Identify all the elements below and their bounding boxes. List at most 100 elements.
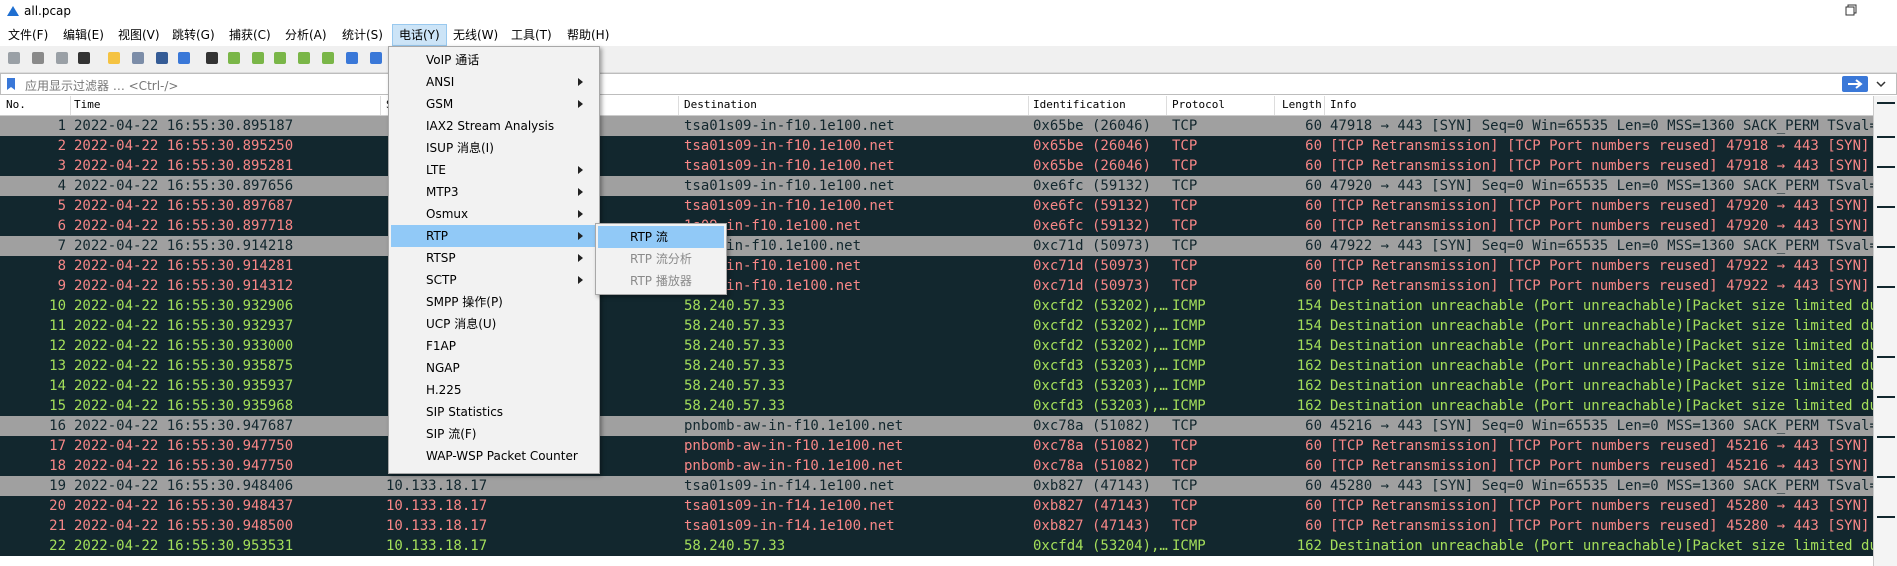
table-row[interactable]: 12 2022-04-22 16:55:30.933000 58.240.57.33…	[0, 336, 1873, 356]
table-row[interactable]: 19 2022-04-22 16:55:30.948406 10.133.18.17…	[0, 476, 1873, 496]
telephony-menu-item[interactable]: ISUP 消息(I)	[391, 137, 597, 159]
cell-len: 60	[1305, 178, 1322, 194]
arrow-right-icon	[1848, 79, 1863, 89]
table-row[interactable]: 21 2022-04-22 16:55:30.948500 10.133.18.17…	[0, 516, 1873, 536]
column-divider[interactable]	[678, 96, 679, 115]
telephony-menu-item[interactable]: IAX2 Stream Analysis	[391, 115, 597, 137]
close-file-icon[interactable]	[154, 50, 170, 66]
table-row[interactable]: 16 2022-04-22 16:55:30.947687 pnbomb-aw-in…	[0, 416, 1873, 436]
chevron-down-icon[interactable]	[1874, 76, 1888, 92]
table-row[interactable]: 2 2022-04-22 16:55:30.895250 tsa01s09-in-f…	[0, 136, 1873, 156]
telephony-menu-item[interactable]: ANSI	[391, 71, 597, 93]
open-file-icon[interactable]	[106, 50, 122, 66]
table-row[interactable]: 6 2022-04-22 16:55:30.897718 1s09-in-f10.1…	[0, 216, 1873, 236]
telephony-menu-item[interactable]: SCTP	[391, 269, 597, 291]
telephony-menu-item[interactable]: F1AP	[391, 335, 597, 357]
table-row[interactable]: 20 2022-04-22 16:55:30.948437 10.133.18.17…	[0, 496, 1873, 516]
table-row[interactable]: 18 2022-04-22 16:55:30.947750 pnbomb-aw-in…	[0, 456, 1873, 476]
display-filter-input[interactable]: 应用显示过滤器 … <Ctrl-/>	[25, 77, 178, 94]
telephony-menu-item[interactable]: WAP-WSP Packet Counter	[391, 445, 597, 467]
cell-time: 2022-04-22 16:55:30.932937	[74, 318, 294, 334]
table-row[interactable]: 3 2022-04-22 16:55:30.895281 tsa01s09-in-f…	[0, 156, 1873, 176]
table-row[interactable]: 14 2022-04-22 16:55:30.935937 58.240.57.33…	[0, 376, 1873, 396]
apply-filter-button[interactable]	[1842, 76, 1868, 92]
table-row[interactable]: 5 2022-04-22 16:55:30.897687 tsa01s09-in-f…	[0, 196, 1873, 216]
first-packet-icon[interactable]	[296, 50, 312, 66]
colorize-icon[interactable]	[368, 50, 384, 66]
display-filter-bar[interactable]: 应用显示过滤器 … <Ctrl-/>	[0, 73, 1897, 95]
shark-fin-start-icon[interactable]	[6, 50, 22, 66]
telephony-menu-item[interactable]: MTP3	[391, 181, 597, 203]
menu-item[interactable]: 捕获(C)	[223, 24, 277, 46]
cell-no: 13	[49, 358, 66, 374]
table-row[interactable]: 7 2022-04-22 16:55:30.914218 1s09-in-f10.1…	[0, 236, 1873, 256]
telephony-menu-item[interactable]: VoIP 通话	[391, 49, 597, 71]
scroll-marker	[1877, 436, 1895, 438]
table-row[interactable]: 11 2022-04-22 16:55:30.932937 58.240.57.33…	[0, 316, 1873, 336]
column-divider[interactable]	[1324, 96, 1325, 115]
telephony-menu-item[interactable]: GSM	[391, 93, 597, 115]
menu-item[interactable]: 电话(Y)	[392, 24, 447, 46]
save-icon[interactable]	[130, 50, 146, 66]
table-row[interactable]: 4 2022-04-22 16:55:30.897656 tsa01s09-in-f…	[0, 176, 1873, 196]
go-to-packet-icon[interactable]	[272, 50, 288, 66]
telephony-menu-item[interactable]: UCP 消息(U)	[391, 313, 597, 335]
telephony-menu: VoIP 通话 ANSI GSM IAX2 Stream Analysis ISUP 消…	[388, 46, 600, 474]
cell-proto: TCP	[1172, 238, 1198, 254]
autoscroll-icon[interactable]	[344, 50, 360, 66]
go-forward-icon[interactable]	[250, 50, 266, 66]
table-row[interactable]: 15 2022-04-22 16:55:30.935968 58.240.57.33…	[0, 396, 1873, 416]
packet-list-scrollbar[interactable]	[1873, 96, 1897, 566]
reload-icon[interactable]	[176, 50, 192, 66]
go-back-icon[interactable]	[226, 50, 242, 66]
telephony-menu-item[interactable]: SIP Statistics	[391, 401, 597, 423]
table-row[interactable]: 13 2022-04-22 16:55:30.935875 58.240.57.33…	[0, 356, 1873, 376]
table-row[interactable]: 17 2022-04-22 16:55:30.947750 pnbomb-aw-in…	[0, 436, 1873, 456]
column-info[interactable]: Info	[1330, 98, 1357, 111]
last-packet-icon[interactable]	[320, 50, 336, 66]
column-divider[interactable]	[70, 96, 71, 115]
table-row[interactable]: 9 2022-04-22 16:55:30.914312 1s09-in-f10.1…	[0, 276, 1873, 296]
telephony-menu-item[interactable]: NGAP	[391, 357, 597, 379]
telephony-menu-item[interactable]: SIP 流(F)	[391, 423, 597, 445]
menu-item[interactable]: 无线(W)	[447, 24, 504, 46]
telephony-menu-item[interactable]: SMPP 操作(P)	[391, 291, 597, 313]
column-divider[interactable]	[1274, 96, 1275, 115]
column-divider[interactable]	[1028, 96, 1029, 115]
menu-item[interactable]: 视图(V)	[112, 24, 166, 46]
capture-options-icon[interactable]	[76, 50, 92, 66]
telephony-menu-item[interactable]: LTE	[391, 159, 597, 181]
menu-item[interactable]: 分析(A)	[279, 24, 333, 46]
menu-item[interactable]: 工具(T)	[505, 24, 558, 46]
menu-item[interactable]: 跳转(G)	[166, 24, 221, 46]
table-row[interactable]: 8 2022-04-22 16:55:30.914281 1s09-in-f10.1…	[0, 256, 1873, 276]
column-protocol[interactable]: Protocol	[1172, 98, 1225, 111]
menu-item[interactable]: 编辑(E)	[57, 24, 110, 46]
menu-item[interactable]: 帮助(H)	[561, 24, 615, 46]
table-row[interactable]: 10 2022-04-22 16:55:30.932906 58.240.57.33…	[0, 296, 1873, 316]
menu-item[interactable]: 文件(F)	[2, 24, 54, 46]
table-row[interactable]: 22 2022-04-22 16:55:30.953531 10.133.18.17…	[0, 536, 1873, 556]
menu-item[interactable]: 统计(S)	[336, 24, 389, 46]
column-length[interactable]: Length	[1282, 98, 1322, 111]
column-no[interactable]: No.	[6, 98, 26, 111]
column-time[interactable]: Time	[74, 98, 101, 111]
column-divider[interactable]	[380, 96, 381, 115]
telephony-menu-item[interactable]: H.225	[391, 379, 597, 401]
packet-list[interactable]: 1 2022-04-22 16:55:30.895187 tsa01s09-in-f…	[0, 116, 1873, 566]
bookmark-icon[interactable]	[5, 77, 17, 91]
restore-icon[interactable]	[1845, 4, 1857, 16]
stop-icon[interactable]	[30, 50, 46, 66]
telephony-menu-item[interactable]: RTP	[391, 225, 597, 247]
menu-item-label: SIP 流(F)	[426, 427, 477, 441]
rtp-submenu-item[interactable]: RTP 流	[598, 226, 724, 248]
telephony-menu-item[interactable]: Osmux	[391, 203, 597, 225]
column-destination[interactable]: Destination	[684, 98, 757, 111]
telephony-menu-item[interactable]: RTSP	[391, 247, 597, 269]
table-row[interactable]: 1 2022-04-22 16:55:30.895187 tsa01s09-in-f…	[0, 116, 1873, 136]
column-divider[interactable]	[1166, 96, 1167, 115]
menu-item-label: IAX2 Stream Analysis	[426, 119, 555, 133]
find-icon[interactable]	[204, 50, 220, 66]
column-identification[interactable]: Identification	[1033, 98, 1126, 111]
restart-icon[interactable]	[54, 50, 70, 66]
